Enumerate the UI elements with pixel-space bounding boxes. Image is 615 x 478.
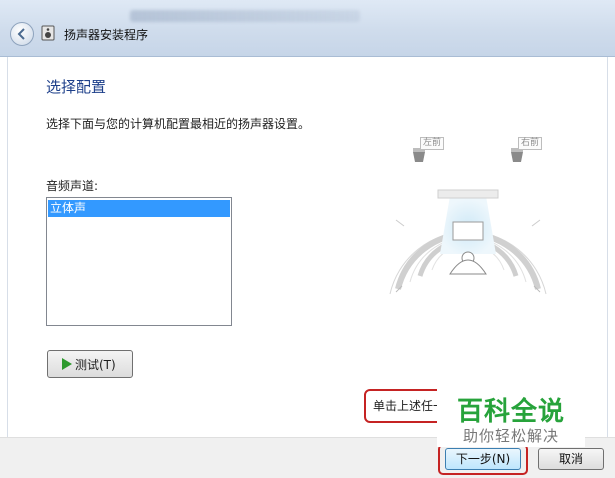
right-front-speaker-icon[interactable] xyxy=(511,148,523,162)
back-arrow-icon xyxy=(17,28,25,40)
list-item-stereo[interactable]: 立体声 xyxy=(48,200,230,217)
right-front-label: 右前 xyxy=(518,137,543,150)
next-button[interactable]: 下一步(N) xyxy=(445,448,521,470)
content-border-left xyxy=(7,57,8,437)
watermark: 百科全说 助你轻松解决 xyxy=(437,387,585,447)
speaker-setup-icon xyxy=(41,25,55,41)
play-icon xyxy=(62,358,72,370)
audio-channels-list[interactable]: 立体声 xyxy=(46,197,232,326)
title-bar: 扬声器安装程序 xyxy=(0,0,615,57)
left-front-label: 左前 xyxy=(420,137,445,150)
window-title: 扬声器安装程序 xyxy=(64,28,149,42)
page-heading: 选择配置 xyxy=(46,78,107,96)
content-border-right xyxy=(607,57,608,437)
cancel-button[interactable]: 取消 xyxy=(538,448,604,470)
watermark-subtitle: 助你轻松解决 xyxy=(463,427,560,445)
audio-channels-label: 音频声道: xyxy=(46,179,99,193)
watermark-title: 百科全说 xyxy=(457,397,566,427)
instruction-text: 选择下面与您的计算机配置最相近的扬声器设置。 xyxy=(46,117,311,131)
listening-room-graphic xyxy=(389,148,547,295)
blurred-breadcrumb xyxy=(130,10,360,22)
test-button[interactable]: 测试(T) xyxy=(47,350,133,378)
back-button[interactable] xyxy=(10,22,34,46)
speaker-diagram: 左前 右前 xyxy=(378,134,558,314)
test-button-label: 测试(T) xyxy=(75,357,116,372)
hint-text: 单击上述任一 xyxy=(373,399,446,413)
left-front-speaker-icon[interactable] xyxy=(413,148,425,162)
